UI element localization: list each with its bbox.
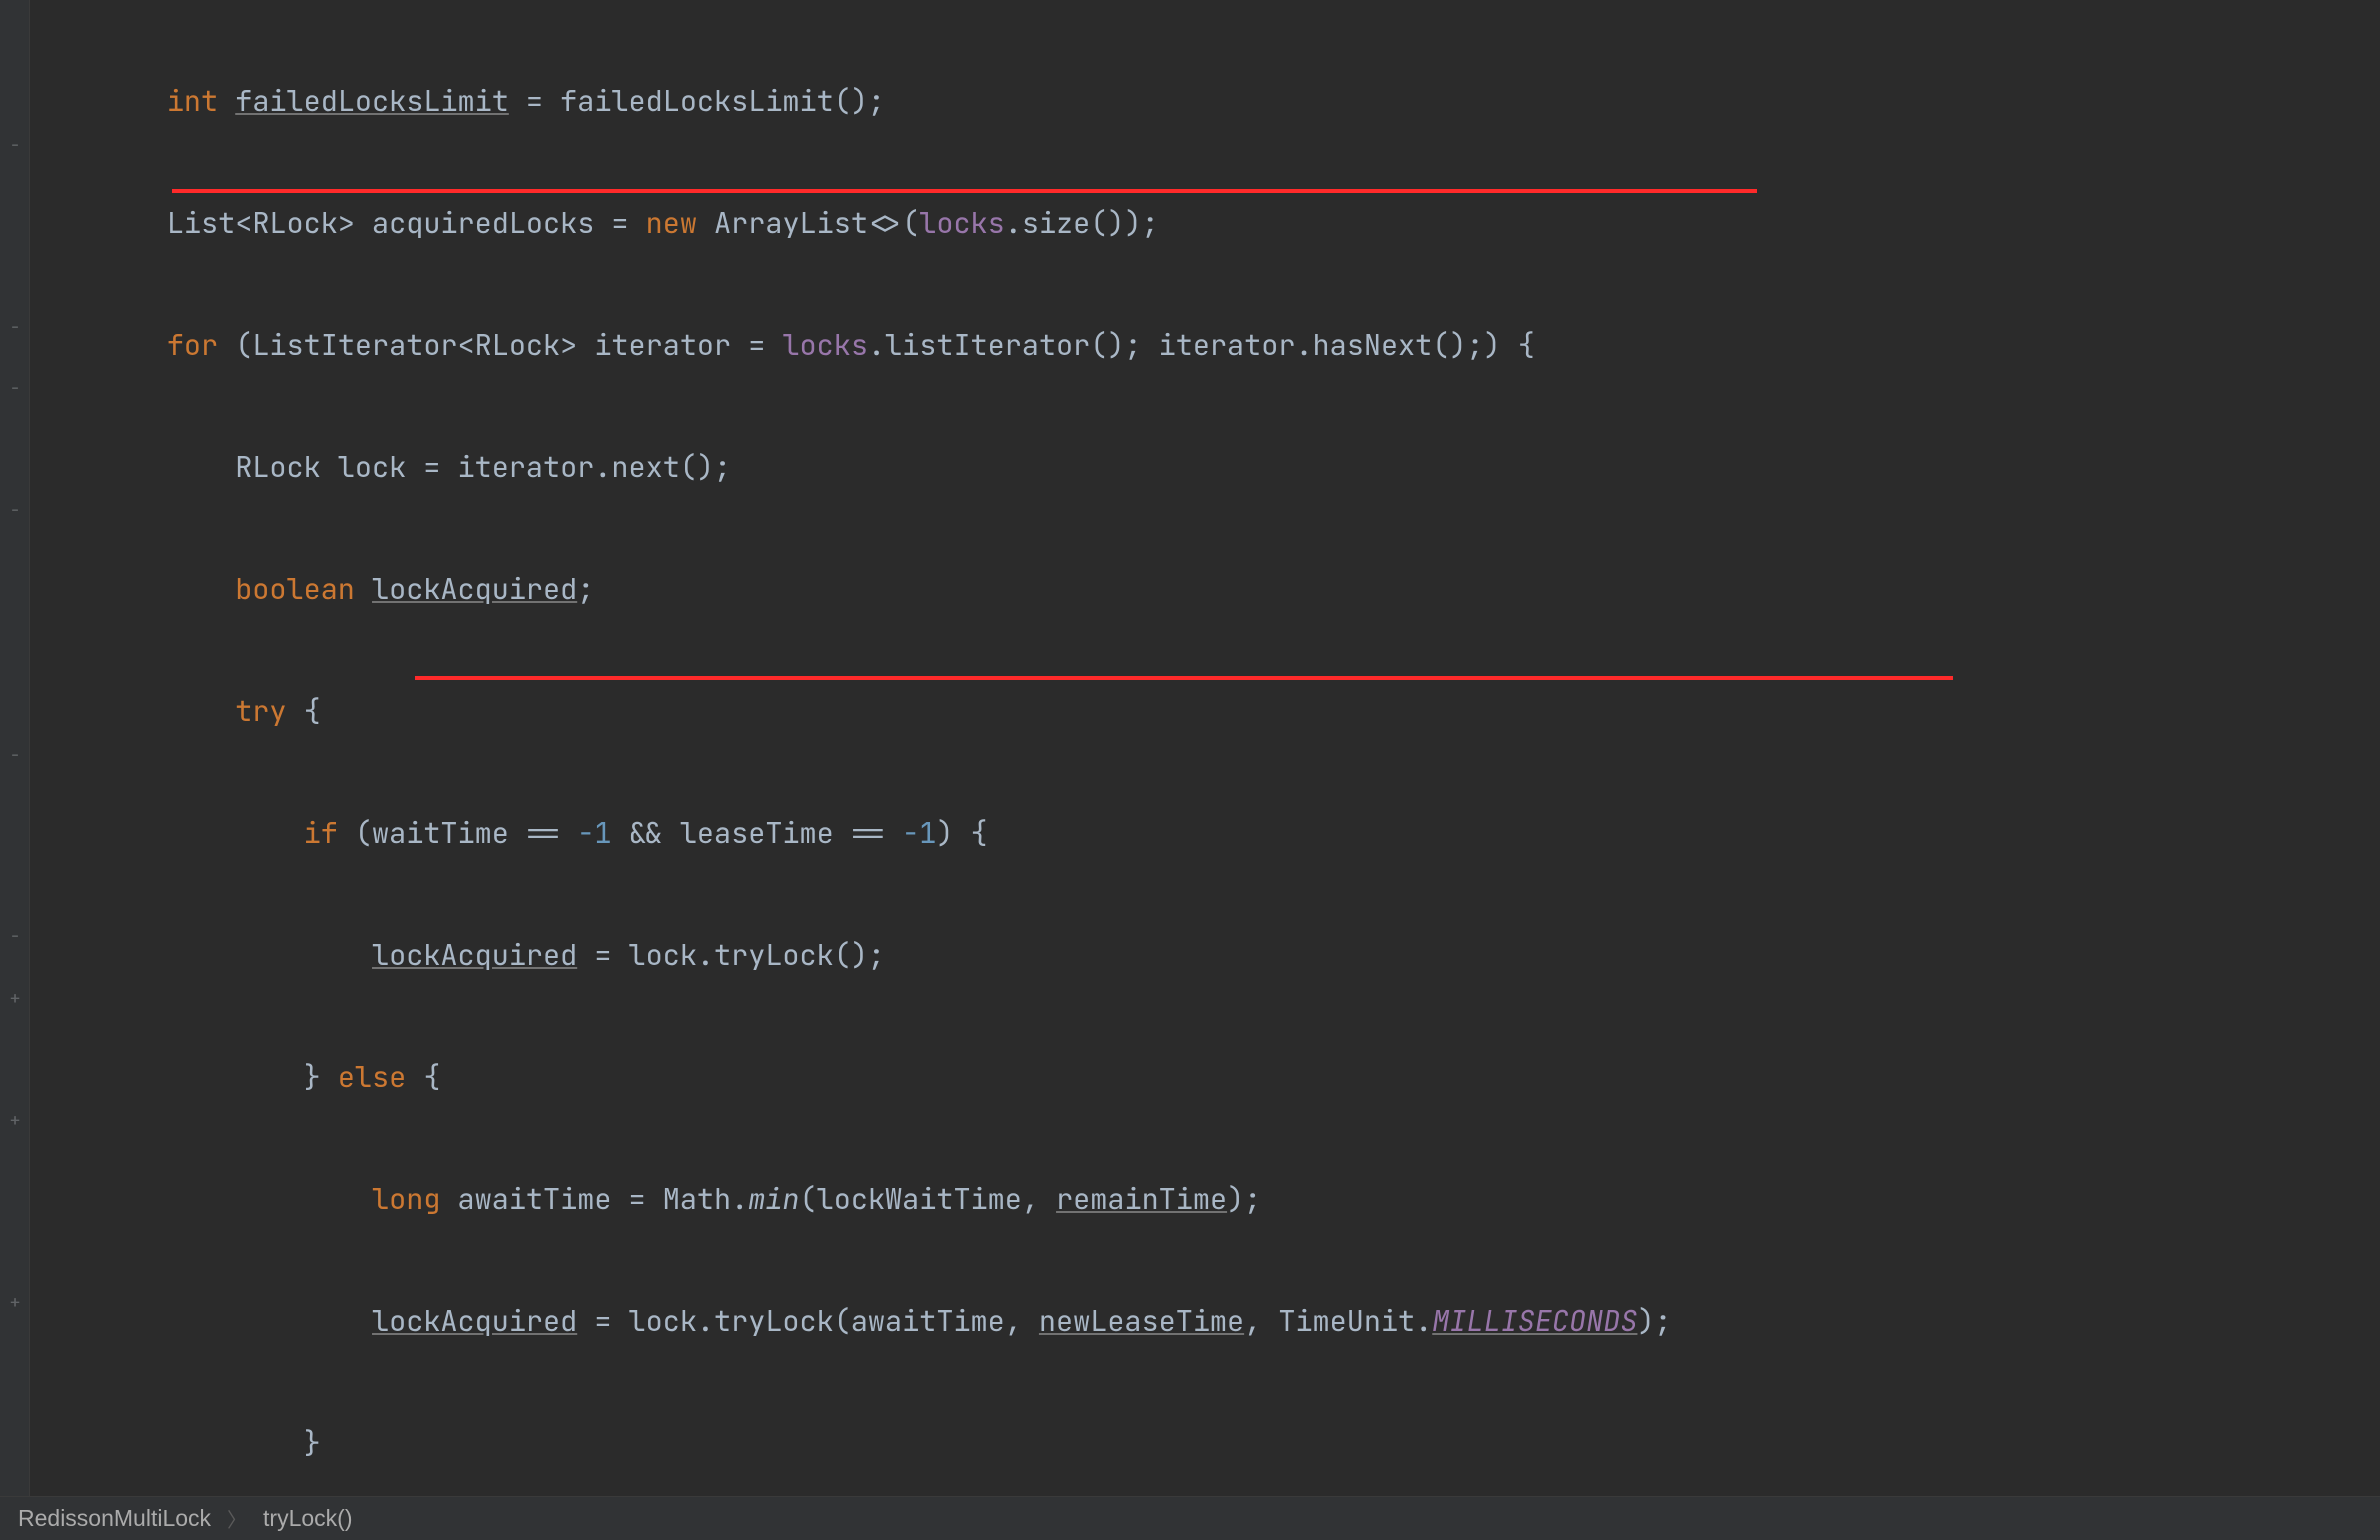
code-editor[interactable]: − − − − − − + + + int failedLocksLimit =… [0, 0, 2380, 1540]
fold-marker-icon[interactable]: + [6, 1294, 24, 1312]
code-line[interactable]: for (ListIterator<RLock> iterator = lock… [30, 315, 2380, 376]
fold-marker-icon[interactable]: + [6, 1112, 24, 1130]
code-line[interactable]: RLock lock = iterator.next(); [30, 437, 2380, 498]
breadcrumb[interactable]: RedissonMultiLock 〉 tryLock() [0, 1496, 2380, 1540]
code-text: (lockWaitTime, [800, 1180, 1057, 1218]
code-text: = failedLocksLimit(); [509, 82, 885, 120]
code-text: , TimeUnit. [1244, 1302, 1432, 1340]
code-text: { [287, 692, 321, 730]
code-text: awaitTime = Math. [440, 1180, 748, 1218]
code-text: List<RLock> acquiredLocks = [167, 204, 646, 242]
number: -1 [577, 814, 611, 852]
code-text: ; [577, 570, 594, 608]
number: -1 [902, 814, 936, 852]
keyword: int [167, 82, 235, 120]
keyword: for [167, 326, 218, 364]
breadcrumb-class[interactable]: RedissonMultiLock [18, 1505, 211, 1532]
variable: lockAcquired [372, 1302, 577, 1340]
code-text: (ListIterator<RLock> iterator = [218, 326, 782, 364]
breadcrumb-method[interactable]: tryLock() [263, 1505, 352, 1532]
code-line[interactable]: boolean lockAcquired; [30, 559, 2380, 620]
field: locks [782, 326, 868, 364]
code-line[interactable]: } [30, 1413, 2380, 1474]
keyword: boolean [235, 570, 372, 608]
code-line[interactable]: lockAcquired = lock.tryLock(); [30, 925, 2380, 986]
code-text: { [406, 1058, 440, 1096]
code-text: ); [1637, 1302, 1671, 1340]
code-text: } [304, 1058, 338, 1096]
keyword: if [304, 814, 338, 852]
code-text: RLock lock = iterator.next(); [235, 448, 731, 486]
code-line[interactable]: List<RLock> acquiredLocks = new ArrayLis… [30, 193, 2380, 254]
fold-marker-icon[interactable]: − [6, 380, 24, 398]
code-line[interactable]: long awaitTime = Math.min(lockWaitTime, … [30, 1169, 2380, 1230]
code-line[interactable]: int failedLocksLimit = failedLocksLimit(… [30, 71, 2380, 132]
code-line[interactable]: } else { [30, 1047, 2380, 1108]
constant: MILLISECONDS [1432, 1302, 1637, 1340]
gutter: − − − − − − + + + [0, 0, 30, 1540]
keyword: else [338, 1058, 406, 1096]
code-line[interactable]: if (waitTime == -1 && leaseTime == -1) { [30, 803, 2380, 864]
code-area[interactable]: int failedLocksLimit = failedLocksLimit(… [30, 0, 2380, 1496]
keyword: new [646, 204, 697, 242]
code-text: .listIterator(); iterator.hasNext();) { [868, 326, 1535, 364]
variable: lockAcquired [372, 570, 577, 608]
fold-marker-icon[interactable]: + [6, 990, 24, 1008]
code-text: (waitTime == [338, 814, 577, 852]
code-text: } [304, 1424, 321, 1462]
annotation-underline [172, 189, 1757, 193]
code-line[interactable]: lockAcquired = lock.tryLock(awaitTime, n… [30, 1291, 2380, 1352]
keyword: long [372, 1180, 440, 1218]
code-line[interactable]: try { [30, 681, 2380, 742]
code-text: = lock.tryLock(); [577, 936, 885, 974]
variable: remainTime [1056, 1180, 1227, 1218]
variable: failedLocksLimit [235, 82, 509, 120]
code-text: && leaseTime == [611, 814, 902, 852]
code-text: = lock.tryLock(awaitTime, [577, 1302, 1039, 1340]
variable: newLeaseTime [1039, 1302, 1244, 1340]
keyword: try [235, 692, 286, 730]
fold-marker-icon[interactable]: − [6, 928, 24, 946]
code-text: ); [1227, 1180, 1261, 1218]
fold-marker-icon[interactable]: − [6, 137, 24, 155]
field: locks [919, 204, 1005, 242]
code-text: .size()); [1005, 204, 1159, 242]
static-method: min [748, 1180, 799, 1218]
code-text: ArrayList<>( [697, 204, 919, 242]
fold-marker-icon[interactable]: − [6, 319, 24, 337]
fold-marker-icon[interactable]: − [6, 502, 24, 520]
variable: lockAcquired [372, 936, 577, 974]
code-text: ) { [936, 814, 987, 852]
chevron-right-icon: 〉 [227, 1504, 247, 1533]
fold-marker-icon[interactable]: − [6, 747, 24, 765]
annotation-underline [415, 676, 1953, 680]
